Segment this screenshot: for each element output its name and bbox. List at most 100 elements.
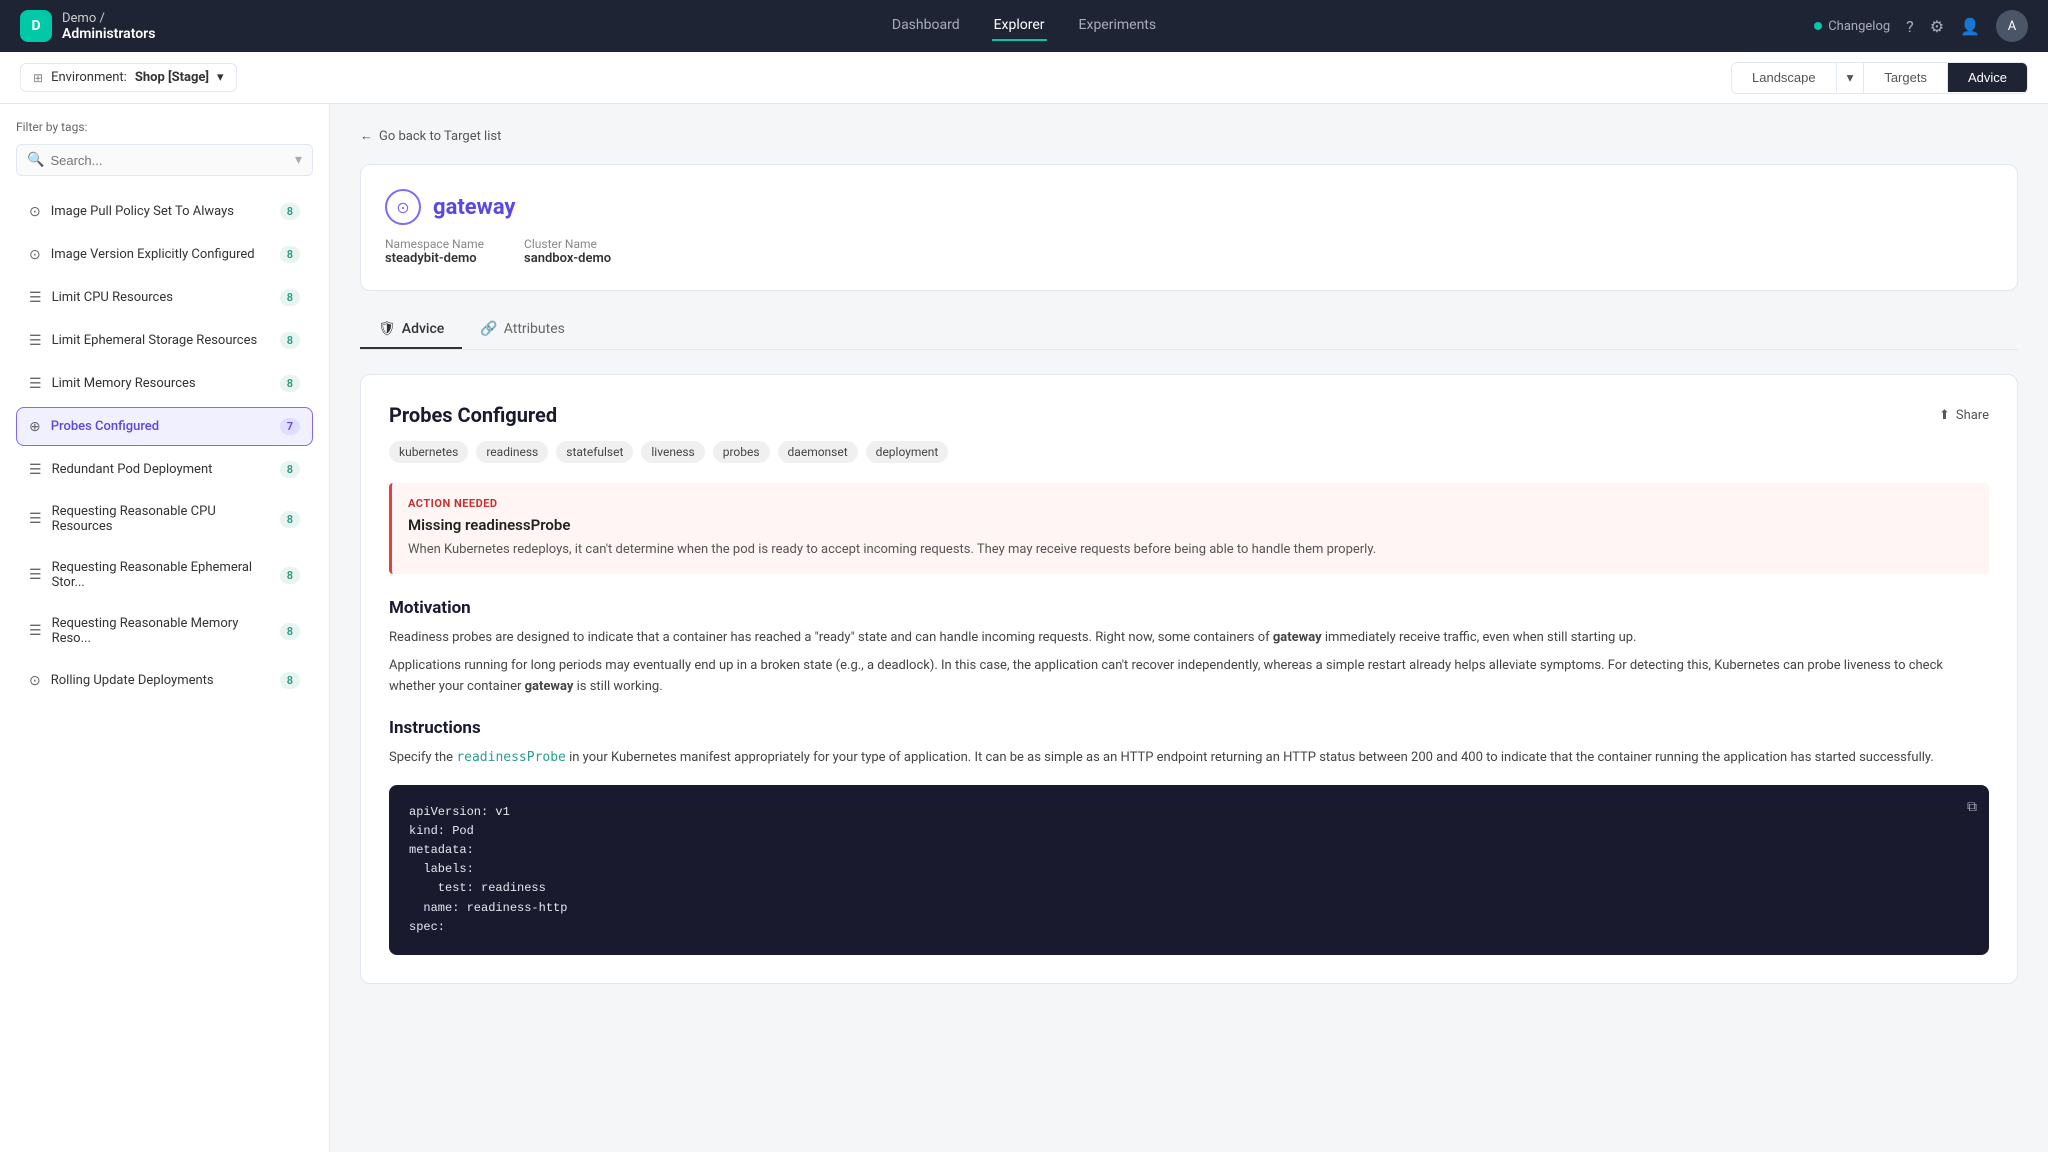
sidebar-item-label: Limit Memory Resources <box>52 376 280 391</box>
copy-icon[interactable]: ⧉ <box>1967 797 1977 819</box>
app-logo: D <box>20 10 52 42</box>
advice-tab-icon: 🛡 <box>378 321 396 337</box>
tag-liveness[interactable]: liveness <box>641 441 704 463</box>
sidebar-item-icon: ☰ <box>29 462 42 478</box>
chevron-down-icon: ▾ <box>295 152 302 168</box>
tab-landscape-dropdown[interactable]: ▾ <box>1837 63 1865 93</box>
nav-explorer[interactable]: Explorer <box>992 11 1047 41</box>
search-input[interactable] <box>50 153 295 168</box>
action-needed-title: Missing readinessProbe <box>408 516 1973 534</box>
advice-section: Probes Configured ⬆ Share kubernetes rea… <box>360 374 2018 984</box>
target-card: ⊙ gateway Namespace Name steadybit-demo … <box>360 164 2018 291</box>
sidebar-item-req-cpu[interactable]: ☰ Requesting Reasonable CPU Resources 8 <box>16 493 313 545</box>
code-line-7: spec: <box>409 918 1969 937</box>
sidebar-item-badge: 8 <box>280 672 300 689</box>
filter-label: Filter by tags: <box>16 120 313 134</box>
tab-attributes[interactable]: 🔗 Attributes <box>462 311 583 349</box>
avatar[interactable]: A <box>1996 10 2028 42</box>
cluster-label: Cluster Name <box>524 237 611 251</box>
changelog-dot <box>1814 22 1822 30</box>
attributes-tab-icon: 🔗 <box>480 321 497 337</box>
sidebar-item-rolling-update[interactable]: ⊙ Rolling Update Deployments 8 <box>16 661 313 700</box>
sidebar-item-badge: 8 <box>280 623 300 640</box>
sidebar-item-label: Requesting Reasonable Ephemeral Stor... <box>52 560 280 590</box>
share-button[interactable]: ⬆ Share <box>1939 408 1989 423</box>
tab-landscape[interactable]: Landscape <box>1732 63 1837 92</box>
tag-probes[interactable]: probes <box>713 441 770 463</box>
code-line-6: name: readiness-http <box>409 899 1969 918</box>
target-meta: Namespace Name steadybit-demo Cluster Na… <box>385 237 1993 266</box>
tag-kubernetes[interactable]: kubernetes <box>389 441 468 463</box>
attributes-tab-label: Attributes <box>504 321 565 337</box>
motivation-title: Motivation <box>389 598 1989 618</box>
main-layout: Filter by tags: 🔍 ▾ ⊙ Image Pull Policy … <box>0 104 2048 1152</box>
sidebar-item-req-memory[interactable]: ☰ Requesting Reasonable Memory Reso... 8 <box>16 605 313 657</box>
search-bar[interactable]: 🔍 ▾ <box>16 144 313 176</box>
sidebar-item-req-ephemeral[interactable]: ☰ Requesting Reasonable Ephemeral Stor..… <box>16 549 313 601</box>
sidebar-item-icon: ☰ <box>29 376 42 392</box>
tab-advice[interactable]: Advice <box>1948 63 2027 92</box>
sidebar-item-label: Image Version Explicitly Configured <box>51 247 280 262</box>
sidebar-item-icon: ⊙ <box>29 204 41 220</box>
sidebar-item-redundant-pod[interactable]: ☰ Redundant Pod Deployment 8 <box>16 450 313 489</box>
code-line-2: kind: Pod <box>409 822 1969 841</box>
tag-deployment[interactable]: deployment <box>866 441 949 463</box>
logo-area: D Demo / Administrators <box>20 10 155 42</box>
instructions-text: Specify the readinessProbe in your Kuber… <box>389 748 1989 769</box>
changelog-button[interactable]: Changelog <box>1814 19 1890 34</box>
sidebar-item-badge: 8 <box>280 203 300 220</box>
nav-dashboard[interactable]: Dashboard <box>890 11 962 41</box>
tab-targets[interactable]: Targets <box>1864 63 1948 92</box>
env-chevron-icon: ▾ <box>217 70 224 85</box>
org-name[interactable]: Administrators <box>62 26 155 42</box>
sidebar-item-image-version[interactable]: ⊙ Image Version Explicitly Configured 8 <box>16 235 313 274</box>
code-line-5: test: readiness <box>409 879 1969 898</box>
code-line-3: metadata: <box>409 841 1969 860</box>
tag-statefulset[interactable]: statefulset <box>556 441 633 463</box>
sidebar-item-image-pull-policy[interactable]: ⊙ Image Pull Policy Set To Always 8 <box>16 192 313 231</box>
sidebar-item-label: Image Pull Policy Set To Always <box>51 204 280 219</box>
sidebar-item-label: Rolling Update Deployments <box>51 673 280 688</box>
changelog-label: Changelog <box>1828 19 1890 34</box>
environment-selector[interactable]: ⊞ Environment: Shop [Stage] ▾ <box>20 63 237 92</box>
tag-daemonset[interactable]: daemonset <box>778 441 858 463</box>
back-arrow-icon: ← <box>360 128 373 144</box>
help-icon[interactable]: ? <box>1906 17 1914 36</box>
sidebar-item-icon: ☰ <box>29 623 42 639</box>
namespace-value: steadybit-demo <box>385 251 484 266</box>
sidebar-item-badge: 8 <box>280 511 300 528</box>
sidebar-item-limit-ephemeral[interactable]: ☰ Limit Ephemeral Storage Resources 8 <box>16 321 313 360</box>
settings-icon[interactable]: ⚙ <box>1930 17 1944 36</box>
action-needed-box: ACTION NEEDED Missing readinessProbe Whe… <box>389 483 1989 574</box>
sidebar-item-badge: 8 <box>280 461 300 478</box>
target-name: gateway <box>433 195 516 220</box>
nav-experiments[interactable]: Experiments <box>1077 11 1159 41</box>
nav-center: Dashboard Explorer Experiments <box>890 11 1158 41</box>
tag-readiness[interactable]: readiness <box>476 441 548 463</box>
env-name: Shop [Stage] <box>135 70 209 85</box>
action-needed-desc: When Kubernetes redeploys, it can't dete… <box>408 540 1973 560</box>
section-header: Probes Configured ⬆ Share <box>389 403 1989 427</box>
code-line-4: labels: <box>409 860 1969 879</box>
cluster-group: Cluster Name sandbox-demo <box>524 237 611 266</box>
sub-nav: ⊞ Environment: Shop [Stage] ▾ Landscape … <box>0 52 2048 104</box>
back-link[interactable]: ← Go back to Target list <box>360 128 2018 144</box>
sidebar-item-label: Requesting Reasonable CPU Resources <box>52 504 280 534</box>
instructions-title: Instructions <box>389 718 1989 738</box>
top-nav: D Demo / Administrators Dashboard Explor… <box>0 0 2048 52</box>
tab-advice[interactable]: 🛡 Advice <box>360 311 462 349</box>
search-icon: 🔍 <box>27 152 44 168</box>
share-label: Share <box>1956 408 1989 423</box>
sidebar-item-badge: 8 <box>280 289 300 306</box>
namespace-group: Namespace Name steadybit-demo <box>385 237 484 266</box>
sidebar-item-limit-cpu[interactable]: ☰ Limit CPU Resources 8 <box>16 278 313 317</box>
sidebar-item-probes[interactable]: ⊕ Probes Configured 7 <box>16 407 313 446</box>
sidebar-item-label: Requesting Reasonable Memory Reso... <box>52 616 280 646</box>
sidebar-item-limit-memory[interactable]: ☰ Limit Memory Resources 8 <box>16 364 313 403</box>
sidebar-item-label: Probes Configured <box>51 419 280 434</box>
inner-tabs: 🛡 Advice 🔗 Attributes <box>360 311 2018 350</box>
user-icon[interactable]: 👤 <box>1960 17 1980 36</box>
view-tab-group: Landscape ▾ Targets Advice <box>1731 62 2028 94</box>
sidebar-item-icon: ☰ <box>29 567 42 583</box>
motivation-para-2: Applications running for long periods ma… <box>389 656 1989 698</box>
